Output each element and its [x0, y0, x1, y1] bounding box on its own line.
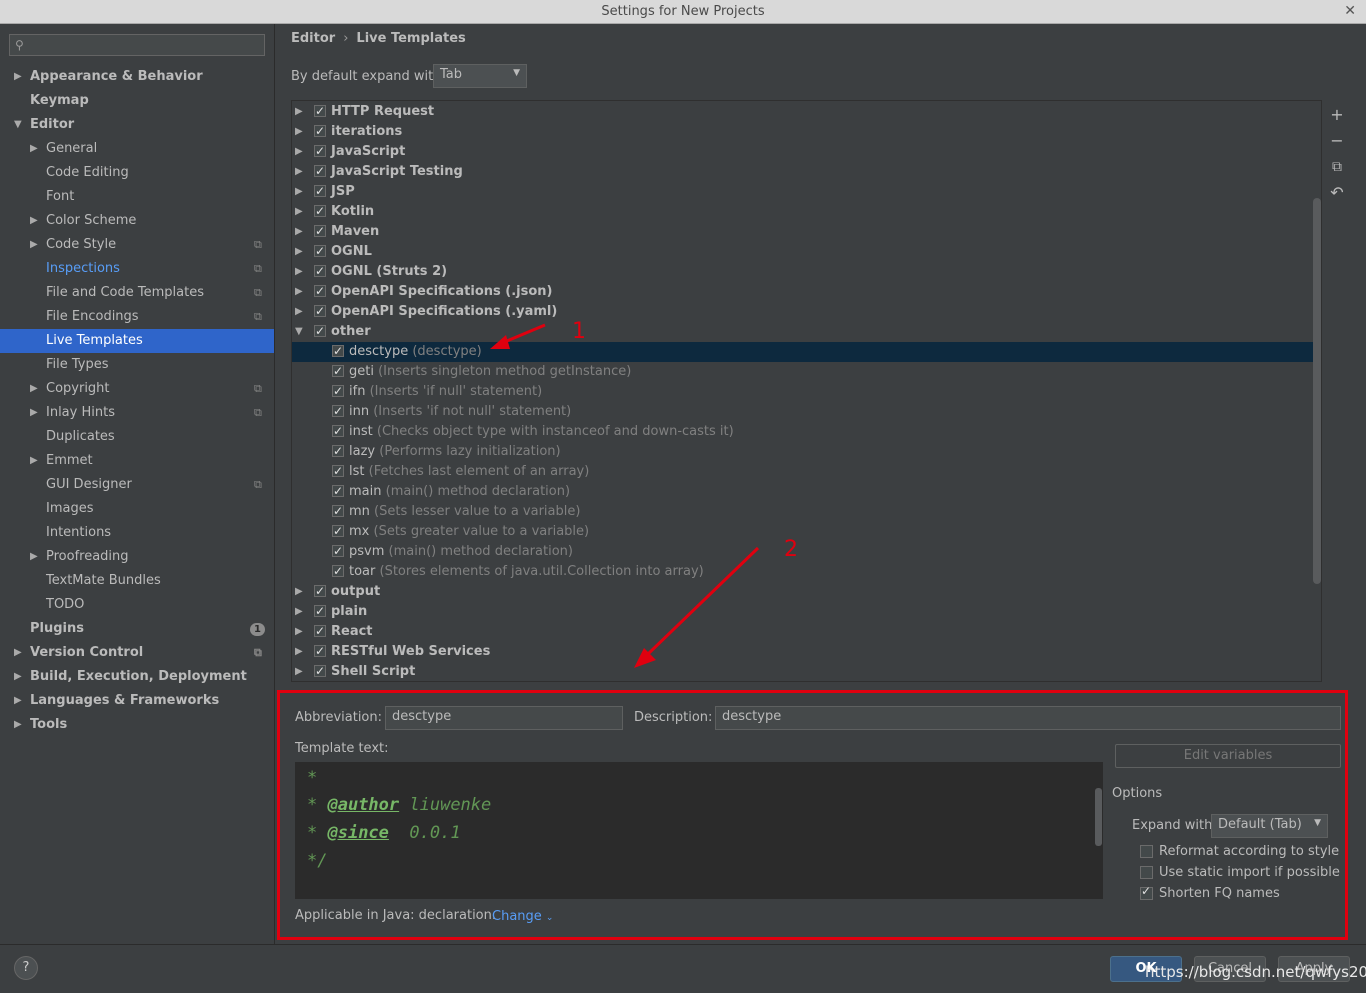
template-text-label: Template text: — [295, 741, 389, 756]
javadoc-tag-author: @author — [327, 795, 400, 815]
expand-with-value: Default (Tab) — [1218, 817, 1302, 832]
expand-with-select[interactable]: Default (Tab) ▼ — [1211, 814, 1328, 838]
javadoc-tag-since: @since — [327, 823, 389, 843]
editor-line-3: * @since 0.0.1 — [307, 823, 461, 843]
editor-line-2: * @author liuwenke — [307, 795, 492, 815]
option-label: Reformat according to style — [1159, 844, 1340, 859]
expand-with-label: Expand with — [1132, 818, 1213, 833]
chevron-down-icon: ▼ — [1314, 818, 1321, 828]
abbreviation-input[interactable]: desctype — [385, 706, 623, 730]
editor-line-4: */ — [307, 851, 328, 871]
chevron-down-icon: ⌄ — [545, 913, 554, 923]
description-input[interactable]: desctype — [715, 706, 1341, 730]
editor-line-1: * — [307, 768, 318, 788]
option-label: Use static import if possible — [1159, 865, 1340, 880]
annotation-2: 2 — [784, 537, 798, 562]
option-checkbox-reformat-according-to-style[interactable] — [1140, 845, 1153, 858]
option-checkbox-shorten-fq-names[interactable] — [1140, 884, 1153, 900]
abbreviation-label: Abbreviation: — [295, 710, 383, 725]
edit-variables-button[interactable]: Edit variables — [1115, 744, 1341, 768]
change-context-link[interactable]: Change ⌄ — [492, 909, 553, 924]
help-button[interactable]: ? — [14, 956, 38, 980]
template-text-editor[interactable]: * * @author liuwenke * @since 0.0.1 */ — [295, 762, 1103, 899]
annotation-1: 1 — [572, 319, 586, 344]
options-label: Options — [1112, 786, 1163, 801]
option-label: Shorten FQ names — [1159, 886, 1280, 901]
description-label: Description: — [634, 710, 713, 725]
editor-scrollbar[interactable] — [1095, 788, 1102, 846]
applicable-context: Applicable in Java: declaration. — [295, 908, 497, 923]
option-checkbox-use-static-import-if-possible[interactable] — [1140, 866, 1153, 879]
watermark: https://blog.csdn.net/qwfys200 — [1145, 963, 1366, 981]
